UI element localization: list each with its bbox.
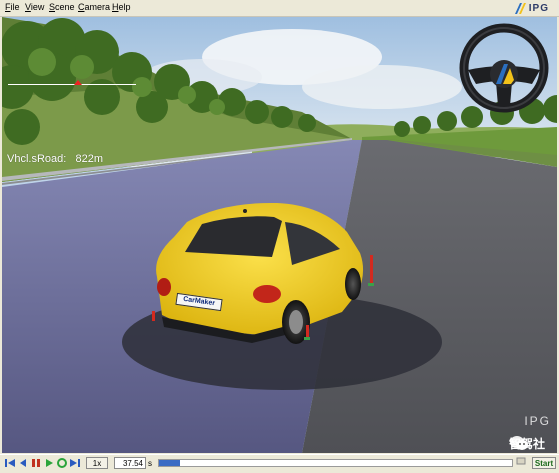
play-button[interactable] [43,457,55,469]
menu-view[interactable]: View [25,2,44,12]
rewind-icon [5,459,15,467]
fast-forward-button[interactable] [69,457,81,469]
pause-button[interactable] [30,457,42,469]
menu-scene[interactable]: Scene [49,2,75,12]
speed-button[interactable]: 1x [86,457,108,469]
watermark: 智驾社 [509,435,545,452]
ipg-logo: IPG [514,2,549,14]
play-icon [46,459,53,467]
simulation-progress[interactable] [158,459,513,467]
menu-bar: File View Scene Camera Help IPG [0,0,559,17]
record-icon [57,458,67,468]
step-back-button[interactable] [17,457,29,469]
license-plate-text: CarMaker [182,295,216,308]
pause-icon [32,459,40,467]
record-button[interactable] [56,457,68,469]
time-field[interactable]: 37.54 [114,457,146,469]
progress-handle[interactable] [514,457,528,469]
step-back-icon [20,459,26,467]
road-distance-readout: Vhcl.sRoad: 822m [7,153,103,165]
rewind-button[interactable] [4,457,16,469]
menu-file[interactable]: File [5,2,20,12]
scene-viewport[interactable]: CarMaker Vhcl.sRoad: 822m IPG 智驾社 [2,17,557,453]
slider-handle-icon [516,457,526,465]
menu-camera[interactable]: Camera [78,2,110,12]
time-unit: s [148,459,152,468]
menu-help[interactable]: Help [112,2,131,12]
lateral-indicator-marker [74,80,82,85]
watermark-brand: IPG [524,414,551,428]
ipg-logo-text: IPG [528,2,549,14]
ipg-logo-icon [514,2,526,14]
start-button[interactable]: Start [532,457,556,469]
simulation-progress-fill [159,460,181,466]
playback-toolbar: 1x 37.54 s Start [0,454,559,473]
steering-wheel-icon [459,23,549,113]
wechat-icon [509,436,528,450]
lateral-indicator [8,80,136,85]
fast-forward-icon [70,459,80,467]
